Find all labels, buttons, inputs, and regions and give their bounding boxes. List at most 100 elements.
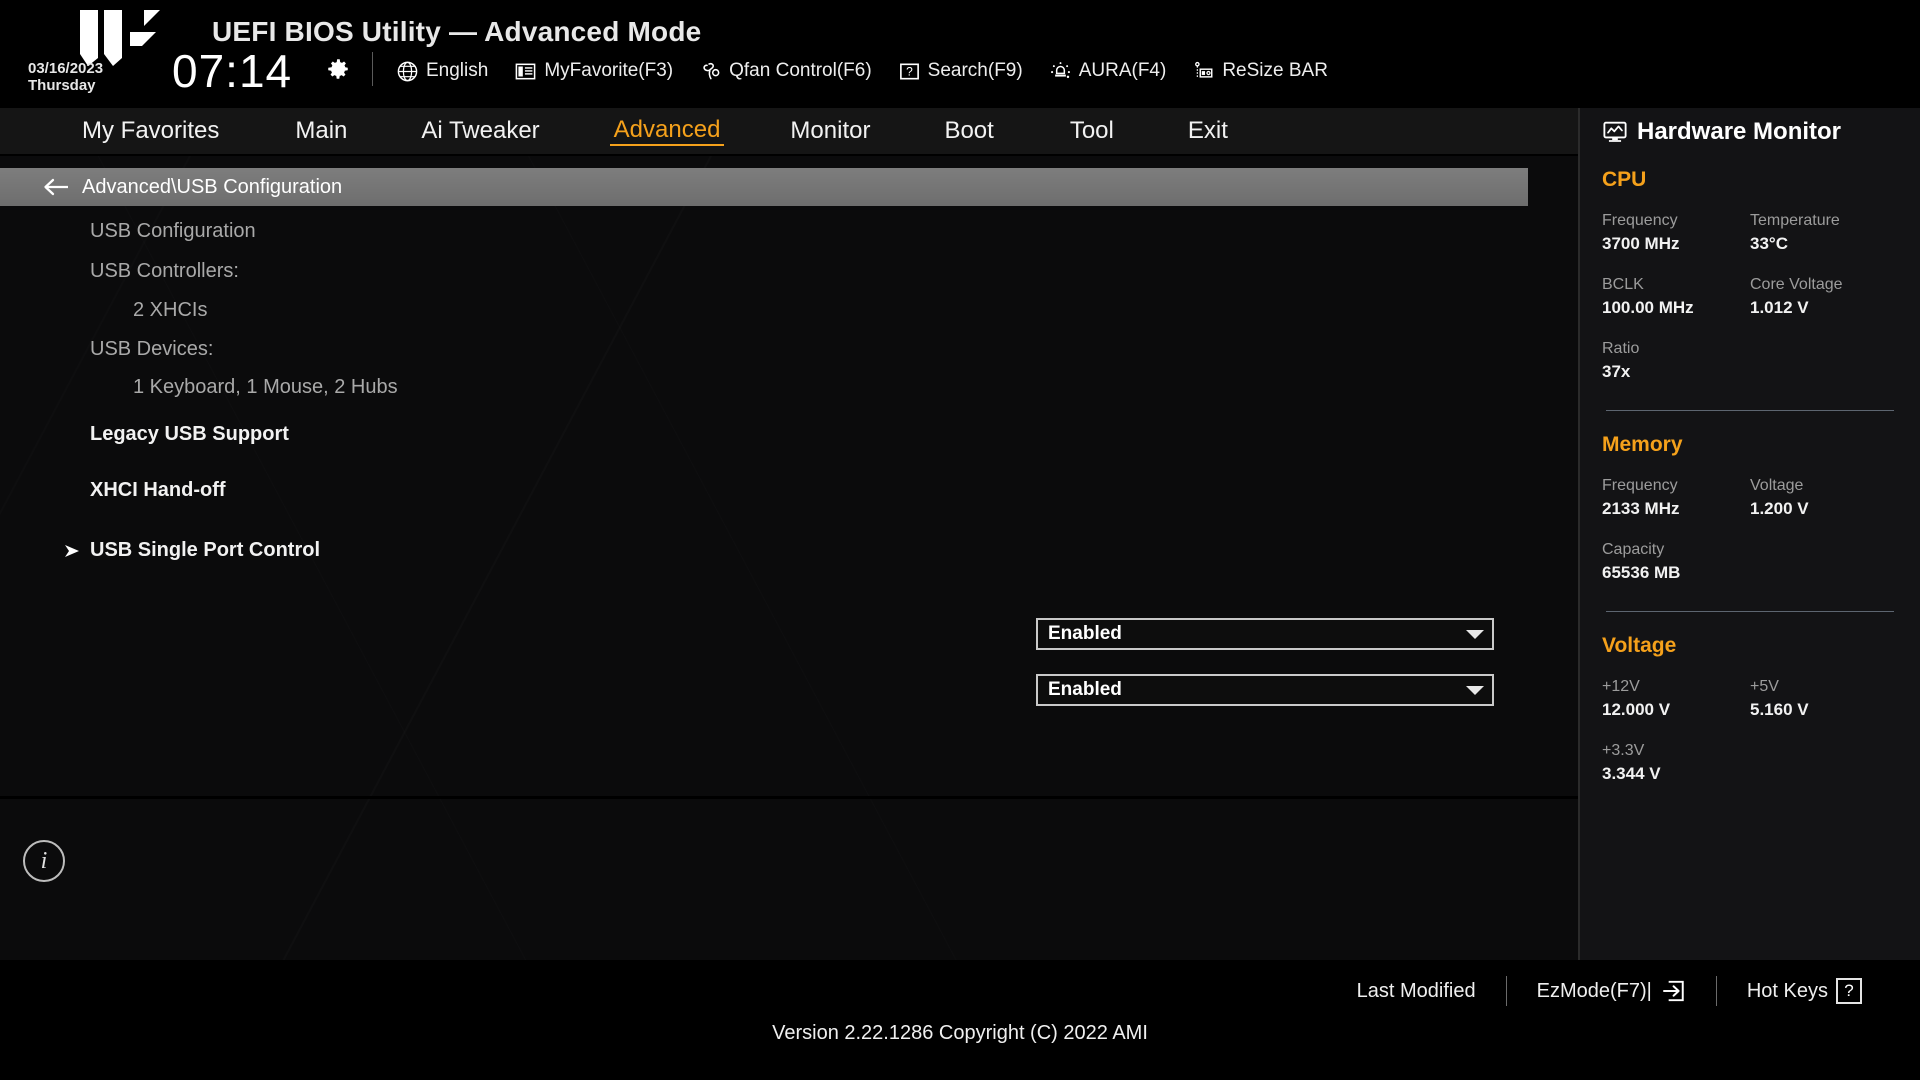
hw-divider-2 [1606, 611, 1894, 612]
hw-voltage-12v-key: +12V [1602, 678, 1640, 695]
ezmode-button[interactable]: EzMode(F7)| [1507, 978, 1716, 1004]
tab-exit[interactable]: Exit [1184, 117, 1232, 145]
aura-light-icon [1050, 61, 1070, 78]
gear-icon[interactable] [325, 56, 351, 82]
language-label: English [426, 60, 489, 81]
tab-ai-tweaker[interactable]: Ai Tweaker [417, 117, 543, 145]
usb-single-port-control-label: USB Single Port Control [90, 539, 320, 561]
tab-boot[interactable]: Boot [940, 117, 997, 145]
hw-memory-frequency-key: Frequency [1602, 477, 1678, 494]
svg-text:?: ? [906, 64, 913, 78]
hw-cpu-temperature-key: Temperature [1750, 212, 1840, 229]
hotkeys-label: Hot Keys [1746, 979, 1828, 1002]
tab-my-favorites[interactable]: My Favorites [78, 117, 223, 145]
bios-screen: UEFI BIOS Utility — Advanced Mode 03/16/… [0, 0, 1920, 1080]
tuf-gaming-logo [80, 10, 160, 66]
hw-section-cpu: CPU [1602, 168, 1647, 191]
bios-version: Version 2.22.1286 Copyright (C) 2022 AMI [772, 1022, 1148, 1044]
hw-voltage-spacer [1750, 740, 1898, 786]
header-toolbar: English MyFavorite(F3) Qfan Control(F6) … [396, 55, 1328, 87]
qfan-control-label: Qfan Control(F6) [729, 60, 872, 81]
hw-cpu-frequency: Frequency 3700 MHz [1602, 210, 1750, 256]
ezmode-label: EzMode(F7)| [1536, 979, 1652, 1002]
tab-advanced[interactable]: Advanced [609, 116, 725, 146]
chevron-down-icon [1466, 685, 1484, 695]
hw-memory-row-2: Capacity 65536 MB [1602, 539, 1898, 585]
last-modified-label: Last Modified [1356, 979, 1476, 1002]
datetime-block: 03/16/2023 Thursday [28, 60, 148, 94]
myfavorite-button[interactable]: MyFavorite(F3) [514, 60, 673, 83]
footer-bar: Last Modified EzMode(F7)| Hot Keys ? Ver… [0, 960, 1920, 1080]
hw-cpu-bclk: BCLK 100.00 MHz [1602, 274, 1750, 320]
hw-voltage-12v-value: 12.000 V [1602, 700, 1671, 719]
last-modified-button[interactable]: Last Modified [1327, 980, 1506, 1003]
breadcrumb[interactable]: Advanced\USB Configuration [0, 168, 1528, 206]
legacy-usb-support-dropdown[interactable]: Enabled [1036, 618, 1494, 650]
legacy-usb-support-label: Legacy USB Support [90, 423, 289, 445]
page-title: UEFI BIOS Utility — Advanced Mode [212, 16, 702, 47]
tab-monitor[interactable]: Monitor [786, 117, 874, 145]
hw-voltage-33v-value: 3.344 V [1602, 764, 1661, 783]
current-time: 07:14 [172, 45, 293, 97]
hw-cpu-core-voltage: Core Voltage 1.012 V [1750, 274, 1898, 320]
settings-pane: USB Configuration USB Controllers: 2 XHC… [0, 206, 1578, 962]
tab-main[interactable]: Main [291, 117, 351, 145]
hardware-monitor-title: Hardware Monitor [1602, 118, 1898, 146]
resize-bar-button[interactable]: ReSize BAR [1192, 60, 1328, 83]
tab-tool[interactable]: Tool [1066, 117, 1118, 145]
resize-bar-icon [1195, 61, 1213, 78]
current-date: 03/16/2023 [28, 60, 104, 77]
aura-button[interactable]: AURA(F4) [1049, 60, 1166, 83]
section-title: USB Configuration [90, 220, 256, 242]
hotkeys-button[interactable]: Hot Keys ? [1717, 978, 1892, 1004]
hw-cpu-row-2: BCLK 100.00 MHz Core Voltage 1.012 V [1602, 274, 1898, 320]
hw-memory-row-1: Frequency 2133 MHz Voltage 1.200 V [1602, 475, 1898, 521]
back-arrow-icon[interactable] [42, 176, 70, 198]
myfavorite-label: MyFavorite(F3) [544, 60, 674, 81]
resize-bar-label: ReSize BAR [1222, 60, 1328, 81]
hw-cpu-ratio: Ratio 37x [1602, 338, 1750, 384]
usb-single-port-control-item[interactable]: USB Single Port Control [0, 539, 1578, 562]
main-nav: My Favorites Main Ai Tweaker Advanced Mo… [0, 108, 1578, 156]
search-button[interactable]: ? Search(F9) [898, 60, 1023, 83]
hw-memory-voltage: Voltage 1.200 V [1750, 475, 1898, 521]
header-divider [372, 52, 373, 86]
list-icon [515, 63, 536, 79]
hardware-monitor-panel: Hardware Monitor CPU Frequency 3700 MHz … [1578, 108, 1920, 960]
monitor-graph-icon [1603, 121, 1627, 142]
hw-memory-capacity: Capacity 65536 MB [1602, 539, 1750, 585]
usb-devices-label: USB Devices: [90, 338, 214, 360]
hw-cpu-frequency-value: 3700 MHz [1602, 234, 1680, 253]
language-button[interactable]: English [396, 60, 488, 83]
usb-controllers-value: 2 XHCIs [133, 299, 208, 321]
xhci-handoff-label: XHCI Hand-off [90, 479, 226, 501]
footer-actions: Last Modified EzMode(F7)| Hot Keys ? [1327, 970, 1892, 1012]
hw-cpu-row-3: Ratio 37x [1602, 338, 1898, 384]
question-box-icon: ? [1836, 978, 1862, 1004]
hw-cpu-ratio-key: Ratio [1602, 340, 1640, 357]
arrow-into-box-icon [1663, 980, 1684, 1002]
fan-icon [703, 62, 720, 79]
hw-voltage-row-1: +12V 12.000 V +5V 5.160 V [1602, 676, 1898, 722]
hw-section-voltage: Voltage [1602, 634, 1677, 657]
hw-memory-frequency-value: 2133 MHz [1602, 499, 1680, 518]
hw-cpu-row-1: Frequency 3700 MHz Temperature 33°C [1602, 210, 1898, 256]
info-icon[interactable]: i [23, 840, 65, 882]
qfan-control-button[interactable]: Qfan Control(F6) [699, 60, 872, 83]
legacy-usb-support-value: Enabled [1048, 623, 1122, 644]
hw-cpu-spacer [1750, 338, 1898, 384]
hw-memory-spacer [1750, 539, 1898, 585]
xhci-handoff-value: Enabled [1048, 679, 1122, 700]
breadcrumb-path: Advanced\USB Configuration [82, 175, 343, 198]
hw-cpu-core-voltage-value: 1.012 V [1750, 298, 1809, 317]
hw-cpu-bclk-key: BCLK [1602, 276, 1644, 293]
hw-voltage-5v-key: +5V [1750, 678, 1779, 695]
hw-cpu-core-voltage-key: Core Voltage [1750, 276, 1843, 293]
hw-voltage-33v-key: +3.3V [1602, 742, 1645, 759]
xhci-handoff-dropdown[interactable]: Enabled [1036, 674, 1494, 706]
question-box-icon: ? [899, 62, 919, 80]
hardware-monitor-title-label: Hardware Monitor [1637, 118, 1842, 145]
search-label: Search(F9) [927, 60, 1023, 81]
hw-voltage-12v: +12V 12.000 V [1602, 676, 1750, 722]
usb-devices-value: 1 Keyboard, 1 Mouse, 2 Hubs [133, 376, 398, 398]
